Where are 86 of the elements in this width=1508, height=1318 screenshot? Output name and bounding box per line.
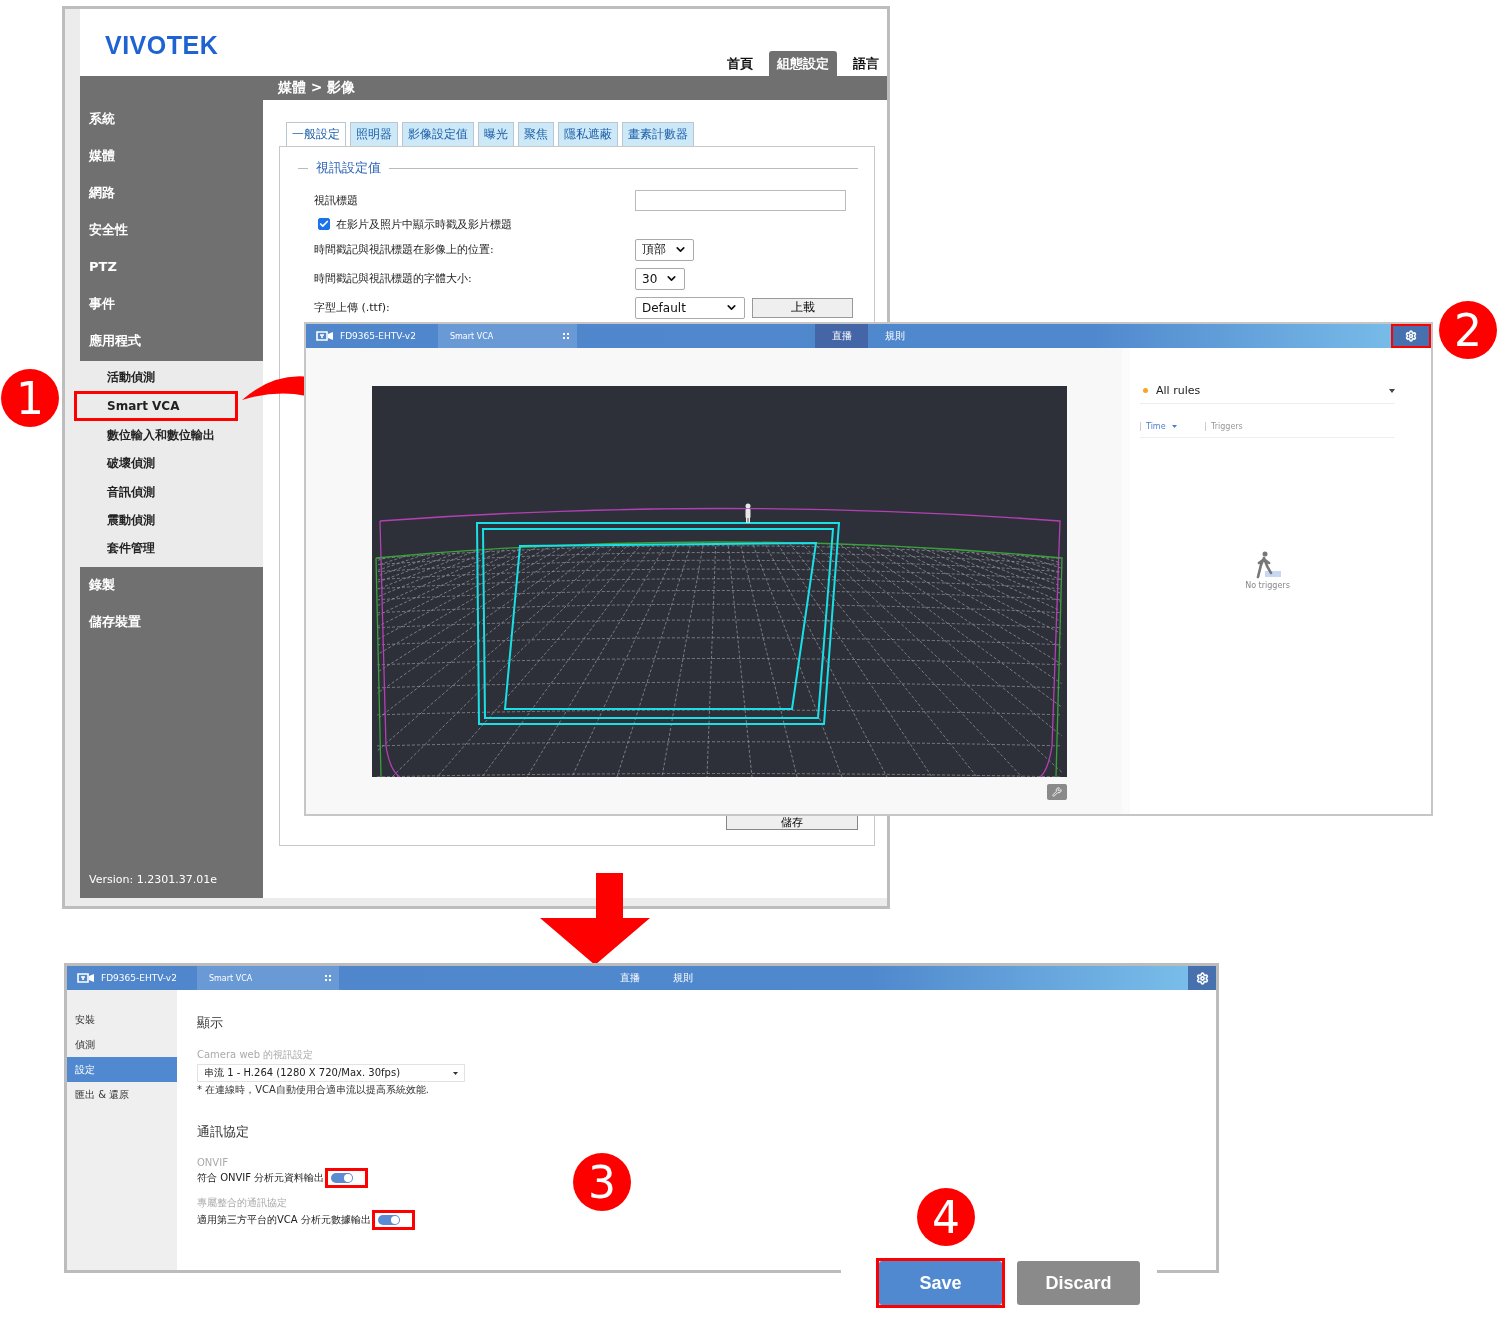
checkbox-label: 在影片及照片中顯示時戳及影片標題 bbox=[336, 216, 512, 232]
sidebar-item[interactable]: 系統 bbox=[80, 100, 263, 137]
settings-tab[interactable]: 隱私遮蔽 bbox=[558, 122, 618, 147]
device-name: FD9365-EHTV-v2 bbox=[340, 331, 416, 341]
sidebar-item[interactable]: 應用程式 bbox=[80, 322, 263, 359]
dropdown[interactable]: 30 bbox=[635, 267, 686, 290]
submenu-item[interactable]: 活動偵測 bbox=[107, 363, 155, 392]
upload-button[interactable]: 上載 bbox=[752, 297, 853, 318]
toggle-switch[interactable] bbox=[331, 1173, 354, 1183]
nav-tab[interactable]: 直播 bbox=[603, 966, 656, 990]
wrench-button[interactable] bbox=[1047, 784, 1067, 800]
settings-tab[interactable]: 畫素計數器 bbox=[622, 122, 694, 147]
note-text: * 在連線時，VCA自動使用合適串流以提高系統效能. bbox=[197, 1083, 430, 1097]
camera-logo-icon bbox=[77, 973, 95, 983]
gear-icon bbox=[1195, 971, 1209, 985]
empty-state-text: No triggers bbox=[1245, 581, 1290, 590]
step-badge: 1 bbox=[1, 369, 59, 427]
column-header[interactable]: Time bbox=[1140, 422, 1205, 431]
field-label: 字型上傳 (.ttf): bbox=[314, 300, 391, 315]
nav-tab[interactable]: 直播 bbox=[815, 324, 868, 348]
brand-logo: VIVOTEK bbox=[105, 31, 219, 60]
field-label: Camera web 的視訊設定 bbox=[197, 1048, 314, 1062]
checkbox[interactable] bbox=[318, 218, 330, 230]
field-label: 視訊標題 bbox=[314, 192, 359, 208]
grid-dots-icon[interactable] bbox=[325, 975, 331, 981]
rules-filter[interactable]: All rules bbox=[1140, 378, 1395, 404]
submenu-item[interactable]: 套件管理 bbox=[107, 534, 155, 563]
toggle-label: 適用第三方平台的VCA 分析元數據輸出 bbox=[197, 1213, 371, 1227]
sidebar-item[interactable]: 安全性 bbox=[80, 211, 263, 248]
sidebar-item[interactable]: 儲存裝置 bbox=[80, 603, 263, 641]
field-label: 時間戳記與視訊標題在影像上的位置: bbox=[314, 242, 495, 257]
grid-dots-icon[interactable] bbox=[563, 333, 569, 339]
input-field[interactable] bbox=[635, 189, 846, 211]
gear-icon bbox=[1405, 330, 1417, 342]
sidebar-item[interactable]: 匯出 & 還原 bbox=[67, 1082, 177, 1107]
breadcrumb: 媒體 > 影像 bbox=[80, 76, 887, 100]
save-button[interactable]: Save bbox=[879, 1261, 1002, 1305]
settings-button[interactable] bbox=[1188, 966, 1216, 990]
submenu-item[interactable]: 數位輸入和數位輸出 bbox=[107, 421, 215, 450]
discard-button[interactable]: Discard bbox=[1017, 1261, 1140, 1305]
status-dot bbox=[1143, 388, 1148, 393]
dropdown[interactable]: Default bbox=[635, 296, 745, 319]
settings-tab[interactable]: 照明器 bbox=[350, 122, 398, 147]
nav-tab[interactable]: 規則 bbox=[656, 966, 709, 990]
caret-icon bbox=[453, 1071, 458, 1075]
nav-tab[interactable]: 規則 bbox=[868, 324, 921, 348]
camera-logo-icon bbox=[316, 331, 334, 341]
sidebar-item[interactable]: PTZ bbox=[80, 248, 263, 285]
section-title: 顯示 bbox=[197, 1014, 223, 1032]
group-label: 專屬整合的通訊協定 bbox=[197, 1196, 287, 1210]
dropdown[interactable]: 頂部 bbox=[635, 238, 694, 261]
section-title: 視訊設定值 bbox=[316, 159, 381, 177]
sidebar-item[interactable]: 錄製 bbox=[80, 566, 263, 604]
submenu-item[interactable]: 破壞偵測 bbox=[107, 449, 155, 478]
submenu-item[interactable]: 音訊偵測 bbox=[107, 477, 155, 507]
walking-person-icon bbox=[1254, 551, 1281, 579]
field-label: 時間戳記與視訊標題的字體大小: bbox=[314, 271, 473, 286]
settings-tab[interactable]: 聚焦 bbox=[518, 122, 554, 147]
stream-dropdown[interactable]: 串流 1 - H.264 (1280 X 720/Max. 30fps) bbox=[197, 1064, 465, 1082]
version-text: Version: 1.2301.37.01e bbox=[88, 873, 218, 888]
column-header[interactable]: Triggers bbox=[1205, 422, 1305, 431]
settings-tab[interactable]: 曝光 bbox=[478, 122, 514, 147]
group-label: ONVIF bbox=[197, 1157, 228, 1168]
sidebar-item[interactable]: 網路 bbox=[80, 174, 263, 211]
sidebar-item[interactable]: 安裝 bbox=[67, 1007, 177, 1032]
section-title: 通訊協定 bbox=[197, 1123, 249, 1141]
top-nav-tab[interactable]: 組態設定 bbox=[769, 51, 837, 76]
toggle-label: 符合 ONVIF 分析元資料輸出 bbox=[197, 1171, 325, 1185]
wrench-icon bbox=[1052, 787, 1062, 797]
settings-tab[interactable]: 影像設定值 bbox=[402, 122, 474, 147]
submenu-item[interactable]: Smart VCA bbox=[107, 394, 180, 419]
app-selector[interactable]: Smart VCA bbox=[197, 966, 339, 990]
submenu-item[interactable]: 震動偵測 bbox=[107, 506, 155, 535]
settings-tab[interactable]: 一般設定 bbox=[286, 122, 346, 147]
sidebar-item[interactable]: 偵測 bbox=[67, 1032, 177, 1057]
step-badge: 2 bbox=[1439, 301, 1497, 359]
sidebar-item[interactable]: 事件 bbox=[80, 285, 263, 322]
toggle-switch[interactable] bbox=[377, 1215, 400, 1225]
device-name: FD9365-EHTV-v2 bbox=[101, 973, 177, 983]
top-nav-tab[interactable]: 語言 bbox=[845, 51, 887, 76]
app-selector[interactable]: Smart VCA bbox=[438, 324, 577, 348]
sidebar-item[interactable]: 設定 bbox=[67, 1057, 177, 1082]
caret-icon bbox=[1389, 388, 1395, 393]
top-nav-tab[interactable]: 首頁 bbox=[719, 51, 761, 76]
caret-icon bbox=[1171, 425, 1177, 428]
sidebar-item[interactable]: 媒體 bbox=[80, 137, 263, 174]
